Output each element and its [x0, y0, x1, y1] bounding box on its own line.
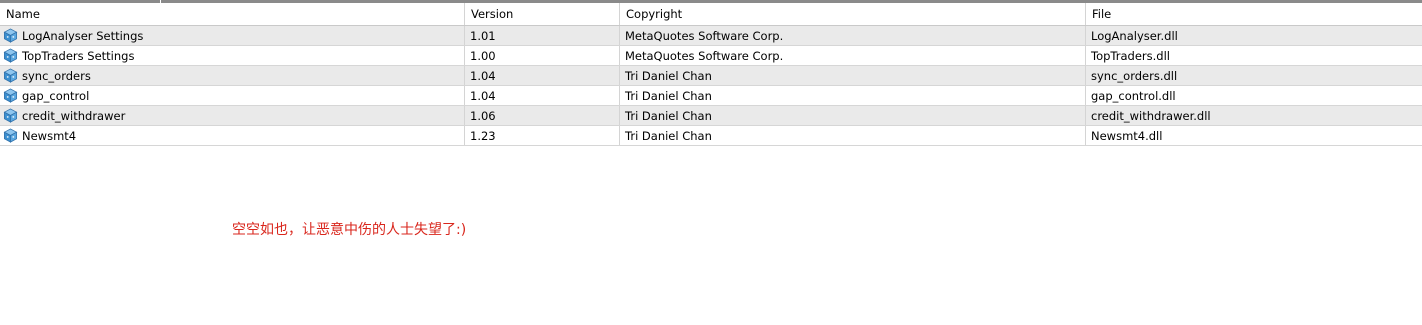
- plugin-cube-icon: [3, 48, 18, 63]
- column-header-version[interactable]: Version: [465, 3, 620, 25]
- column-header-copyright[interactable]: Copyright: [620, 3, 1086, 25]
- column-header-file[interactable]: File: [1086, 3, 1422, 25]
- plugins-list[interactable]: Name Version Copyright File LogAnalyser …: [0, 3, 1422, 146]
- cell-copyright: Tri Daniel Chan: [620, 66, 1086, 85]
- cell-name: gap_control: [0, 86, 465, 105]
- cell-name: LogAnalyser Settings: [0, 26, 465, 45]
- table-row[interactable]: Newsmt4 1.23 Tri Daniel Chan Newsmt4.dll: [0, 126, 1422, 146]
- cell-version: 1.23: [465, 126, 620, 145]
- cell-copyright: Tri Daniel Chan: [620, 106, 1086, 125]
- plugin-cube-icon: [3, 88, 18, 103]
- cell-file: credit_withdrawer.dll: [1091, 109, 1211, 123]
- table-row[interactable]: gap_control 1.04 Tri Daniel Chan gap_contro…: [0, 86, 1422, 106]
- table-row[interactable]: TopTraders Settings 1.00 MetaQuotes Softwa…: [0, 46, 1422, 66]
- plugin-name: gap_control: [22, 89, 90, 103]
- cell-version: 1.06: [465, 106, 620, 125]
- cell-file: Newsmt4.dll: [1091, 129, 1163, 143]
- plugin-name: credit_withdrawer: [22, 109, 126, 123]
- list-header: Name Version Copyright File: [0, 3, 1422, 26]
- cell-version: 1.04: [465, 66, 620, 85]
- cell-name: sync_orders: [0, 66, 465, 85]
- table-row[interactable]: LogAnalyser Settings 1.01 MetaQuotes Softw…: [0, 26, 1422, 46]
- plugin-name: TopTraders Settings: [22, 49, 135, 63]
- cell-file: TopTraders.dll: [1091, 49, 1170, 63]
- cell-copyright: Tri Daniel Chan: [620, 86, 1086, 105]
- column-header-name[interactable]: Name: [0, 3, 465, 25]
- cell-file: sync_orders.dll: [1091, 69, 1178, 83]
- cell-name: credit_withdrawer: [0, 106, 465, 125]
- cell-copyright: MetaQuotes Software Corp.: [620, 26, 1086, 45]
- plugin-name: sync_orders: [22, 69, 91, 83]
- empty-note: 空空如也，让恶意中伤的人士失望了:): [232, 222, 467, 238]
- cell-name: Newsmt4: [0, 126, 465, 145]
- plugin-cube-icon: [3, 128, 18, 143]
- cell-name: TopTraders Settings: [0, 46, 465, 65]
- plugin-cube-icon: [3, 68, 18, 83]
- cell-copyright: MetaQuotes Software Corp.: [620, 46, 1086, 65]
- cell-version: 1.01: [465, 26, 620, 45]
- cell-copyright: Tri Daniel Chan: [620, 126, 1086, 145]
- plugin-cube-icon: [3, 28, 18, 43]
- cell-file: gap_control.dll: [1091, 89, 1176, 103]
- cell-version: 1.04: [465, 86, 620, 105]
- plugin-name: LogAnalyser Settings: [22, 29, 144, 43]
- plugin-cube-icon: [3, 108, 18, 123]
- plugins-window: Name Version Copyright File LogAnalyser …: [0, 0, 1422, 325]
- table-row[interactable]: sync_orders 1.04 Tri Daniel Chan sync_order…: [0, 66, 1422, 86]
- table-row[interactable]: credit_withdrawer 1.06 Tri Daniel Chan cred…: [0, 106, 1422, 126]
- plugin-name: Newsmt4: [22, 129, 77, 143]
- cell-file: LogAnalyser.dll: [1091, 29, 1178, 43]
- list-body: LogAnalyser Settings 1.01 MetaQuotes Softw…: [0, 26, 1422, 146]
- cell-version: 1.00: [465, 46, 620, 65]
